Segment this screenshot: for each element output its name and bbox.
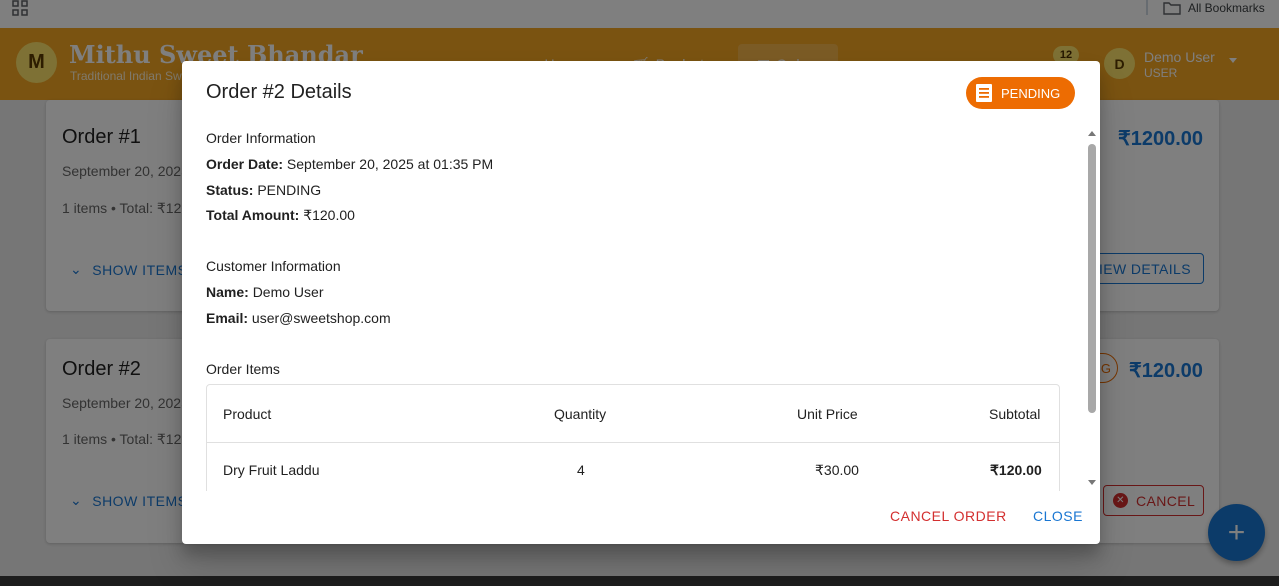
column-header-unit-price: Unit Price xyxy=(797,406,858,422)
table-divider xyxy=(207,442,1059,443)
total-value: ₹120.00 xyxy=(303,207,355,223)
dialog-scrollbar[interactable] xyxy=(1086,127,1098,491)
cell-subtotal: ₹120.00 xyxy=(990,462,1042,478)
scrollbar-thumb[interactable] xyxy=(1088,144,1096,413)
dialog-actions: CANCEL ORDER CLOSE xyxy=(182,499,1100,535)
order-info-heading: Order Information xyxy=(206,130,316,146)
status-value: PENDING xyxy=(257,182,322,198)
status-line: Status: PENDING xyxy=(206,182,321,198)
order-details-dialog: Order #2 Details PENDING Order Informati… xyxy=(182,61,1100,544)
close-button[interactable]: CLOSE xyxy=(1033,508,1083,524)
column-header-subtotal: Subtotal xyxy=(989,406,1041,422)
status-badge-label: PENDING xyxy=(1001,85,1061,101)
status-badge: PENDING xyxy=(966,77,1075,109)
customer-email-line: Email: user@sweetshop.com xyxy=(206,310,391,326)
customer-email-label: Email: xyxy=(206,310,249,326)
order-items-heading: Order Items xyxy=(206,361,280,377)
order-date-value: September 20, 2025 at 01:35 PM xyxy=(286,156,494,172)
cancel-order-button[interactable]: CANCEL ORDER xyxy=(890,508,1007,524)
scroll-down-icon[interactable] xyxy=(1088,480,1096,485)
column-header-quantity: Quantity xyxy=(554,406,607,422)
dialog-title: Order #2 Details xyxy=(206,81,352,103)
total-line: Total Amount: ₹120.00 xyxy=(206,207,355,224)
status-label: Status: xyxy=(206,182,254,198)
order-items-table: Product Quantity Unit Price Subtotal Dry… xyxy=(206,384,1060,491)
customer-email-value: user@sweetshop.com xyxy=(251,310,391,326)
order-date-label: Order Date: xyxy=(206,156,284,172)
receipt-icon xyxy=(976,84,992,102)
customer-name-value: Demo User xyxy=(252,284,324,300)
cell-unit-price: ₹30.00 xyxy=(815,462,859,478)
customer-info-heading: Customer Information xyxy=(206,258,341,274)
scroll-up-icon[interactable] xyxy=(1088,131,1096,136)
cell-product: Dry Fruit Laddu xyxy=(223,462,320,478)
dialog-content: Order Information Order Date: September … xyxy=(206,127,1068,491)
total-label: Total Amount: xyxy=(206,207,300,223)
customer-name-line: Name: Demo User xyxy=(206,284,323,300)
order-date-line: Order Date: September 20, 2025 at 01:35 … xyxy=(206,156,493,172)
customer-name-label: Name: xyxy=(206,284,249,300)
column-header-product: Product xyxy=(223,406,272,422)
cell-quantity: 4 xyxy=(577,462,585,478)
